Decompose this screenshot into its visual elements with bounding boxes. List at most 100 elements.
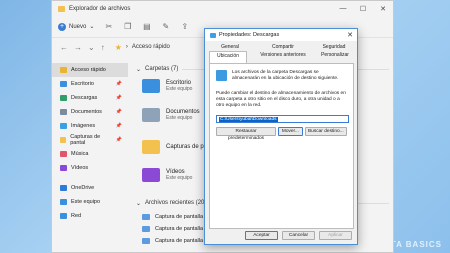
videos-icon: [142, 168, 160, 182]
dialog-tabs: General Compartir Seguridad Ubicación Ve…: [205, 41, 357, 63]
tab-previous-versions[interactable]: Versiones anteriores: [255, 52, 311, 58]
location-description: Puede cambiar el destino de almacenamien…: [216, 91, 346, 108]
folder-icon: [60, 137, 67, 143]
move-button[interactable]: Mover...: [278, 127, 303, 136]
rename-icon[interactable]: ✎: [161, 22, 170, 31]
navigation-pane: Acceso rápido Escritorio 📌 Descargas 📌 D…: [52, 63, 128, 252]
recent-file[interactable]: Captura de pantalla (: [142, 238, 206, 244]
new-button[interactable]: + Nuevo ⌄: [58, 22, 95, 31]
minimize-icon[interactable]: —: [333, 5, 353, 13]
share-icon[interactable]: ⇪: [180, 22, 189, 31]
chevron-down-icon: ⌄: [136, 66, 142, 73]
image-file-icon: [142, 238, 150, 244]
videos-icon: [60, 165, 67, 171]
sidebar-item-label: Vídeos: [71, 165, 89, 171]
folder-tile-desktop[interactable]: Escritorio Este equipo: [142, 79, 192, 93]
folders-group-label: Carpetas (7): [145, 66, 179, 72]
accept-button[interactable]: Aceptar: [245, 231, 278, 240]
sidebar-item-label: Imágenes: [71, 123, 96, 129]
maximize-icon[interactable]: ☐: [353, 5, 373, 13]
sidebar-item-desktop[interactable]: Escritorio 📌: [52, 77, 128, 91]
up-icon[interactable]: ↑: [101, 43, 105, 52]
sidebar-item-music[interactable]: Música: [52, 147, 128, 161]
music-icon: [60, 151, 67, 157]
sidebar-item-label: OneDrive: [71, 185, 95, 191]
sidebar-item-label: Escritorio: [71, 81, 94, 87]
cloud-icon: [60, 185, 67, 191]
cancel-button[interactable]: Cancelar: [282, 231, 315, 240]
location-info-text: Los archivos de la carpeta Descargas se …: [232, 70, 339, 81]
recent-group-label: Archivos recientes (20): [145, 200, 207, 206]
forward-icon[interactable]: →: [74, 43, 82, 52]
sidebar-item-pictures[interactable]: Imágenes 📌: [52, 119, 128, 133]
documents-icon: [142, 108, 160, 122]
folder-tile-videos[interactable]: Vídeos Este equipo: [142, 168, 192, 182]
close-icon[interactable]: ✕: [343, 31, 357, 39]
chevron-down-icon[interactable]: ⌄: [88, 43, 95, 52]
folder-location: Este equipo: [166, 175, 193, 181]
location-path-input[interactable]: C:\Users\yubal\Downloads: [216, 115, 349, 123]
dialog-titlebar: Propiedades: Descargas ✕: [205, 29, 357, 41]
folder-location: Este equipo: [166, 86, 193, 92]
folder-location: Este equipo: [166, 115, 193, 121]
close-icon[interactable]: ✕: [373, 5, 393, 13]
folder-icon: [142, 140, 160, 154]
tab-customize[interactable]: Personalizar: [315, 52, 355, 58]
pin-icon: 📌: [115, 81, 122, 87]
chevron-down-icon: ⌄: [136, 200, 142, 207]
sidebar-item-label: Descargas: [71, 95, 98, 101]
tab-general[interactable]: General: [213, 44, 247, 50]
chevron-down-icon: ⌄: [89, 24, 95, 30]
sidebar-item-documents[interactable]: Documentos 📌: [52, 105, 128, 119]
documents-icon: [60, 109, 67, 115]
sidebar-item-downloads[interactable]: Descargas 📌: [52, 91, 128, 105]
network-icon: [60, 213, 67, 219]
copy-icon[interactable]: ❐: [123, 22, 132, 31]
pin-icon: 📌: [115, 95, 122, 101]
sidebar-item-videos[interactable]: Vídeos: [52, 161, 128, 175]
tab-security[interactable]: Seguridad: [313, 44, 355, 50]
pin-icon: 📌: [115, 123, 122, 129]
sidebar-item-label: Red: [71, 213, 82, 219]
back-icon[interactable]: ←: [60, 43, 68, 52]
download-folder-icon: [210, 32, 216, 38]
image-file-icon: [142, 226, 150, 232]
download-icon: [60, 95, 67, 101]
explorer-title: Explorador de archivos: [69, 5, 131, 12]
tab-share[interactable]: Compartir: [263, 44, 303, 50]
star-icon: [60, 67, 67, 73]
pictures-icon: [60, 123, 67, 129]
address-path[interactable]: ★ › Acceso rápido: [115, 43, 170, 52]
recent-file-name: Captura de pantalla (: [155, 238, 207, 244]
tab-location[interactable]: Ubicación: [209, 51, 247, 63]
sidebar-item-label: Documentos: [71, 109, 102, 115]
recent-file[interactable]: Captura de pantalla (: [142, 214, 206, 220]
recent-file-name: Captura de pantalla (: [155, 226, 207, 232]
image-file-icon: [142, 214, 150, 220]
find-target-button[interactable]: Buscar destino...: [304, 127, 347, 136]
paste-icon[interactable]: ▤: [142, 22, 151, 31]
cut-icon[interactable]: ✂: [104, 22, 113, 31]
folder-icon: [58, 5, 65, 12]
folder-tile-documents[interactable]: Documentos Este equipo: [142, 108, 200, 122]
selected-path-text: C:\Users\yubal\Downloads: [219, 117, 278, 122]
sidebar-item-onedrive[interactable]: OneDrive: [52, 181, 128, 195]
sidebar-item-this-pc[interactable]: Este equipo: [52, 195, 128, 209]
explorer-titlebar: Explorador de archivos — ☐ ✕: [52, 1, 393, 16]
sidebar-item-label: Música: [71, 151, 89, 157]
properties-dialog: Propiedades: Descargas ✕ General Compart…: [204, 28, 358, 245]
sidebar-item-label: Este equipo: [71, 199, 101, 205]
computer-icon: [60, 199, 67, 205]
restore-defaults-button[interactable]: Restaurar predeterminados: [216, 127, 277, 141]
location-button-row: Restaurar predeterminados Mover... Busca…: [216, 127, 347, 141]
desktop-icon: [60, 81, 67, 87]
recent-file[interactable]: Captura de pantalla (: [142, 226, 206, 232]
address-text: Acceso rápido: [131, 44, 170, 50]
new-button-label: Nuevo: [69, 23, 87, 30]
info-row: Los archivos de la carpeta Descargas se …: [216, 70, 347, 82]
sidebar-item-network[interactable]: Red: [52, 209, 128, 223]
sidebar-item-screenshots[interactable]: Capturas de pantal 📌: [52, 133, 128, 147]
sidebar-item-quick-access[interactable]: Acceso rápido: [52, 63, 128, 77]
sidebar-item-label: Capturas de pantal: [70, 134, 101, 146]
apply-button[interactable]: Aplicar: [319, 231, 352, 240]
